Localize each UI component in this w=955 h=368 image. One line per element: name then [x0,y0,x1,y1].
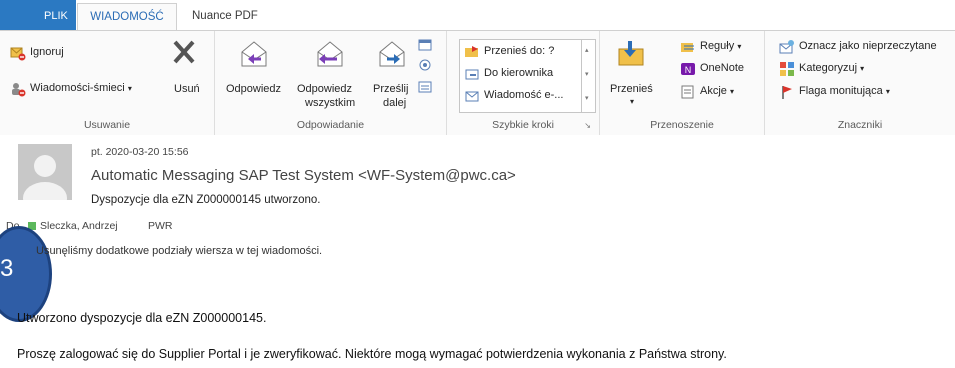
delete-button[interactable]: Usuń [164,37,204,97]
group-respond: Odpowiedz Odpowiedz wszystkim Prześlij d… [215,31,447,135]
group-delete-label: Usuwanie [83,119,131,131]
reply-all-label-1: Odpowiedz [297,83,353,95]
email-icon [465,91,479,102]
quick-steps-scroll[interactable]: ▴ ▾ ▾ [581,40,595,112]
move-button[interactable]: Przenieś ▾ [608,37,660,107]
actions-icon [681,85,694,99]
tab-file-label: PLIK [44,10,68,22]
chevron-down-icon: ▾ [737,42,742,51]
ribbon: Ignoruj Wiadomości-śmieci ▾ Usuń Usuwani… [0,30,955,136]
more-respond-icon[interactable] [417,79,433,95]
rules-icon [681,43,694,52]
onenote-icon: N [681,63,695,75]
actions-label: Akcje ▾ [700,85,734,97]
chevron-down-icon: ▾ [885,87,890,96]
group-tags: Oznacz jako nieprzeczytane Kategoryzuj ▾… [765,31,955,135]
im-reply-icon[interactable] [417,57,433,73]
message-sender[interactable]: Automatic Messaging SAP Test System <WF-… [91,167,516,184]
message-pane: pt. 2020-03-20 15:56 Automatic Messaging… [0,135,955,368]
quick-step-label: Do kierownika [484,67,554,79]
tab-file[interactable]: PLIK [0,0,76,30]
group-delete: Ignoruj Wiadomości-śmieci ▾ Usuń Usuwani… [0,31,215,135]
chevron-down-icon: ▾ [127,84,132,93]
forward-label-2: dalej [383,97,407,109]
delete-icon [173,40,195,64]
rules-text: Reguły [700,40,735,52]
ignore-icon [10,47,26,61]
quick-step-label: Wiadomość e-... [484,89,564,101]
svg-text:N: N [685,65,692,75]
chevron-down-icon: ▾ [630,97,635,106]
dialog-launcher-icon[interactable]: ↘ [584,121,591,130]
group-respond-label: Odpowiadanie [296,119,365,131]
body-line-1: Utworzono dyspozycje dla eZN Z000000145. [17,311,267,325]
reply-label: Odpowiedz [226,83,282,95]
delete-label: Usuń [174,83,200,95]
junk-text: Wiadomości-śmieci [30,82,125,94]
forward-label-1: Prześlij [373,83,409,95]
junk-mail-icon [12,83,26,97]
categorize-icon [780,62,794,76]
chevron-down-icon: ▾ [860,64,865,73]
reply-all-icon [317,41,343,67]
follow-up-label: Flaga monitująca ▾ [799,85,890,97]
message-date: pt. 2020-03-20 15:56 [91,146,189,158]
flag-icon [782,86,792,99]
categorize-label: Kategoryzuj ▾ [799,62,864,74]
reply-all-label-2: wszystkim [305,97,356,109]
expand-gallery-icon[interactable]: ▾ [585,94,589,102]
rules-label: Reguły ▾ [700,40,741,52]
onenote-label: OneNote [700,62,745,74]
message-subject: Dyspozycje dla eZN Z000000145 utworzono. [91,194,321,206]
categorize-text: Kategoryzuj [799,62,858,74]
move-label: Przenieś [610,83,653,95]
to-manager-icon [465,69,479,80]
follow-up-text: Flaga monitująca [799,85,883,97]
group-move-label: Przenoszenie [650,119,714,131]
forward-icon [379,41,405,67]
mark-unread-label: Oznacz jako nieprzeczytane [799,40,937,52]
scroll-down-icon[interactable]: ▾ [585,70,589,78]
quick-steps-gallery: Przenieś do: ? Do kierownika Wiadomość e… [459,39,596,113]
reply-button[interactable]: Odpowiedz [223,37,283,97]
info-bar[interactable]: Usunęliśmy dodatkowe podziały wiersza w … [36,245,322,257]
person-icon [23,155,67,200]
meeting-reply-icon[interactable] [417,37,433,53]
mark-unread-icon [779,40,794,54]
step-badge-number: 3 [0,255,14,282]
scroll-up-icon[interactable]: ▴ [585,46,589,54]
reply-icon [241,41,267,67]
quick-step-label: Przenieś do: ? [484,45,555,57]
avatar [18,144,72,200]
ribbon-tabs: PLIK WIADOMOŚĆ Nuance PDF [0,0,955,32]
folder-move-icon [465,46,478,57]
move-folder-icon [618,41,644,66]
forward-button[interactable]: Prześlij dalej [373,37,413,109]
body-line-2: Proszę zalogować się do Supplier Portal … [17,347,727,361]
cc-recipient[interactable]: PWR [148,220,173,232]
group-move: Przenieś ▾ Reguły ▾ N OneNote Akcje ▾ Pr… [600,31,765,135]
group-quick-steps-label: Szybkie kroki [492,119,554,131]
chevron-down-icon: ▾ [729,87,734,96]
group-tags-label: Znaczniki [837,119,883,131]
recipient-name[interactable]: Sleczka, Andrzej [40,220,118,232]
tab-nuance-pdf[interactable]: Nuance PDF [192,3,258,31]
actions-text: Akcje [700,85,727,97]
ignore-label: Ignoruj [30,46,64,58]
group-quick-steps: Przenieś do: ? Do kierownika Wiadomość e… [447,31,600,135]
tab-message[interactable]: WIADOMOŚĆ [77,3,177,31]
reply-all-button[interactable]: Odpowiedz wszystkim [295,37,365,109]
junk-label: Wiadomości-śmieci ▾ [30,82,132,94]
